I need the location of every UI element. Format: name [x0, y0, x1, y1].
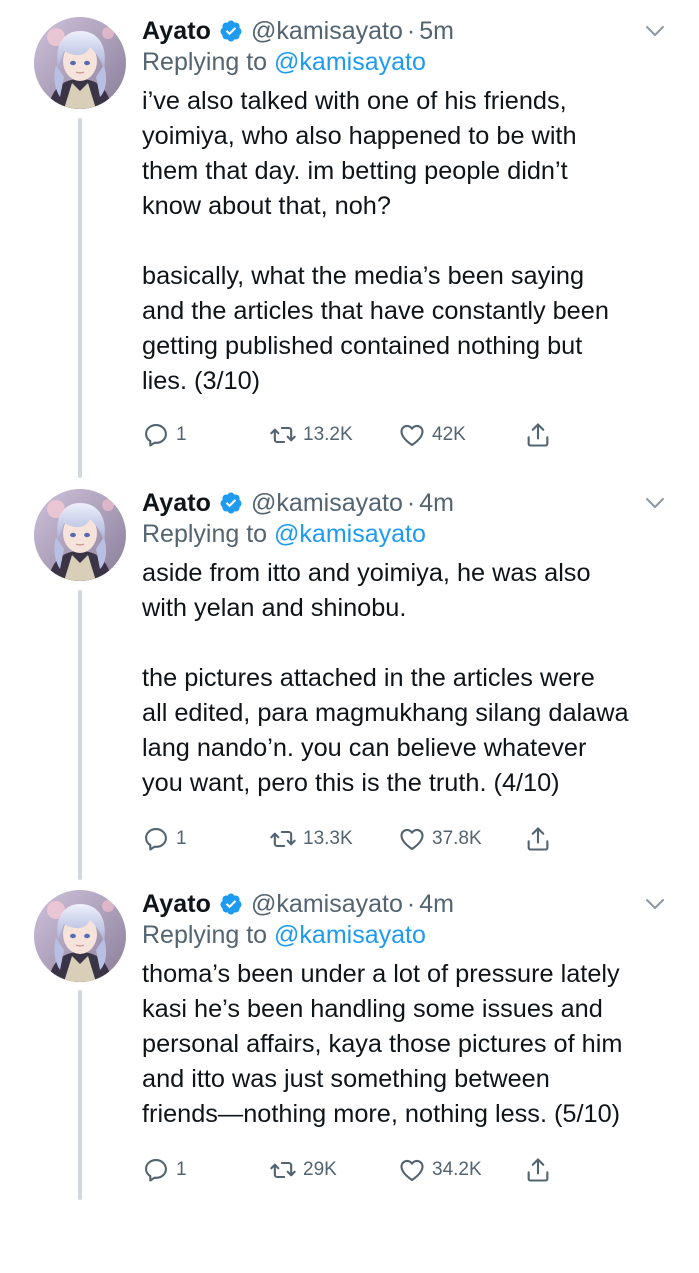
retweet-button[interactable]: 13.3K [269, 825, 353, 853]
tweet-text-line: know about that, noh? [142, 192, 391, 220]
tweet-text-line: i’ve also talked with one of his friends… [142, 87, 567, 115]
tweet-text-line: kasi he’s been handling some issues and [142, 995, 603, 1023]
tweet-actions: 1 29K 34.2K [142, 1156, 682, 1186]
tweet-text-line: with yelan and shinobu. [142, 594, 407, 622]
separator-dot: · [406, 889, 416, 918]
replying-to: Replying to @kamisayato [142, 921, 426, 950]
tweet-text-line: aside from itto and yoimiya, he was also [142, 559, 591, 587]
share-button[interactable] [524, 825, 558, 853]
replying-to: Replying to @kamisayato [142, 520, 426, 549]
like-button[interactable]: 34.2K [398, 1156, 482, 1184]
retweet-icon [269, 1156, 303, 1184]
tweet-text-line: yoimiya, who also happened to be with [142, 122, 577, 150]
separator-dot: · [406, 488, 416, 517]
timestamp[interactable]: 4m [419, 489, 454, 518]
tweet-text-line: friends—nothing more, nothing less. (5/1… [142, 1100, 621, 1128]
replying-to-label: Replying to [142, 520, 268, 548]
chevron-down-icon[interactable] [645, 24, 665, 38]
tweet-text-line: basically, what the media’s been saying [142, 262, 585, 290]
like-count: 34.2K [432, 1159, 482, 1180]
tweet-text-line: them that day. im betting people didn’t [142, 157, 568, 185]
user-handle[interactable]: @kamisayato [251, 17, 403, 46]
reply-count: 1 [176, 1159, 187, 1180]
replying-to: Replying to @kamisayato [142, 48, 426, 77]
timestamp[interactable]: 4m [419, 890, 454, 919]
heart-icon [398, 421, 432, 449]
display-name[interactable]: Ayato [142, 17, 211, 46]
verified-badge-icon [219, 491, 243, 515]
tweet-text-line: personal affairs, kaya those pictures of… [142, 1030, 623, 1058]
like-count: 42K [432, 424, 466, 445]
share-button[interactable] [524, 1156, 558, 1184]
retweet-count: 13.2K [303, 424, 353, 445]
tweet-header: Ayato @kamisayato · 4m [142, 887, 454, 921]
like-count: 37.8K [432, 828, 482, 849]
tweet-text-line: the pictures attached in the articles we… [142, 664, 595, 692]
tweet-text-line: getting published contained nothing but [142, 332, 583, 360]
tweet-text: i’ve also talked with one of his friends… [142, 84, 682, 399]
reply-button[interactable]: 1 [142, 421, 187, 449]
tweet-text-line: lang nando’n. you can believe whatever [142, 734, 587, 762]
like-button[interactable]: 42K [398, 421, 466, 449]
retweet-button[interactable]: 29K [269, 1156, 337, 1184]
display-name[interactable]: Ayato [142, 489, 211, 518]
tweet-text: thoma’s been under a lot of pressure lat… [142, 957, 682, 1132]
like-button[interactable]: 37.8K [398, 825, 482, 853]
tweet-header: Ayato @kamisayato · 5m [142, 14, 454, 48]
reply-icon [142, 421, 176, 449]
reply-count: 1 [176, 828, 187, 849]
avatar[interactable] [34, 890, 126, 982]
tweet-text-line [142, 626, 682, 661]
share-icon [524, 825, 558, 853]
separator-dot: · [406, 16, 416, 45]
tweet-text-line: lies. (3/10) [142, 367, 261, 395]
tweet-actions: 1 13.3K 37.8K [142, 825, 682, 855]
share-icon [524, 421, 558, 449]
reply-button[interactable]: 1 [142, 1156, 187, 1184]
replying-to-mention[interactable]: @kamisayato [274, 921, 426, 949]
heart-icon [398, 1156, 432, 1184]
share-icon [524, 1156, 558, 1184]
tweet-text-line: and itto was just something between [142, 1065, 550, 1093]
verified-badge-icon [219, 892, 243, 916]
tweet[interactable]: Ayato @kamisayato · 4m Replying to @kami… [0, 873, 699, 1273]
tweet-actions: 1 13.2K 42K [142, 421, 682, 451]
retweet-button[interactable]: 13.2K [269, 421, 353, 449]
tweet[interactable]: Ayato @kamisayato · 4m Replying to @kami… [0, 472, 699, 872]
retweet-count: 13.3K [303, 828, 353, 849]
timestamp[interactable]: 5m [419, 17, 454, 46]
replying-to-mention[interactable]: @kamisayato [274, 520, 426, 548]
display-name[interactable]: Ayato [142, 890, 211, 919]
reply-button[interactable]: 1 [142, 825, 187, 853]
chevron-down-icon[interactable] [645, 496, 665, 510]
tweet-text-line: and the articles that have constantly be… [142, 297, 609, 325]
user-handle[interactable]: @kamisayato [251, 890, 403, 919]
avatar[interactable] [34, 489, 126, 581]
tweet-text-line: thoma’s been under a lot of pressure lat… [142, 960, 620, 988]
replying-to-label: Replying to [142, 48, 268, 76]
heart-icon [398, 825, 432, 853]
reply-icon [142, 825, 176, 853]
tweet[interactable]: Ayato @kamisayato · 5m Replying to @kami… [0, 0, 699, 447]
reply-icon [142, 1156, 176, 1184]
tweet-text-line: you want, pero this is the truth. (4/10) [142, 769, 560, 797]
verified-badge-icon [219, 19, 243, 43]
user-handle[interactable]: @kamisayato [251, 489, 403, 518]
avatar[interactable] [34, 17, 126, 109]
tweet-text-line: all edited, para magmukhang silang dalaw… [142, 699, 629, 727]
tweet-text: aside from itto and yoimiya, he was also… [142, 556, 682, 801]
replying-to-mention[interactable]: @kamisayato [274, 48, 426, 76]
replying-to-label: Replying to [142, 921, 268, 949]
retweet-icon [269, 825, 303, 853]
tweet-text-line [142, 224, 682, 259]
reply-count: 1 [176, 424, 187, 445]
share-button[interactable] [524, 421, 558, 449]
chevron-down-icon[interactable] [645, 897, 665, 911]
tweet-header: Ayato @kamisayato · 4m [142, 486, 454, 520]
retweet-icon [269, 421, 303, 449]
retweet-count: 29K [303, 1159, 337, 1180]
